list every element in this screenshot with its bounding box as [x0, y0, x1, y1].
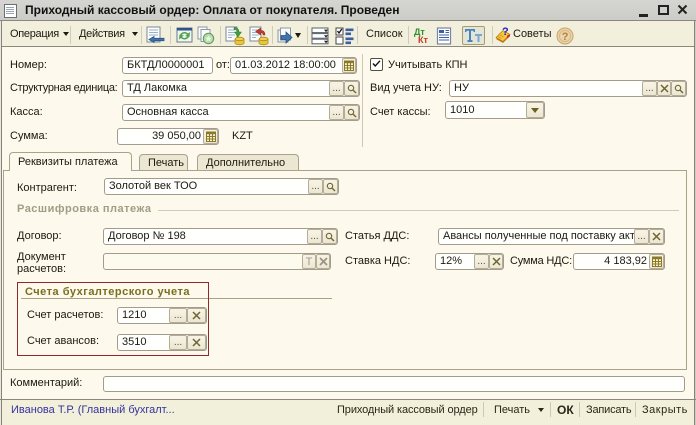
svg-text:?: ? — [562, 31, 569, 43]
svg-text:?: ? — [502, 26, 509, 38]
